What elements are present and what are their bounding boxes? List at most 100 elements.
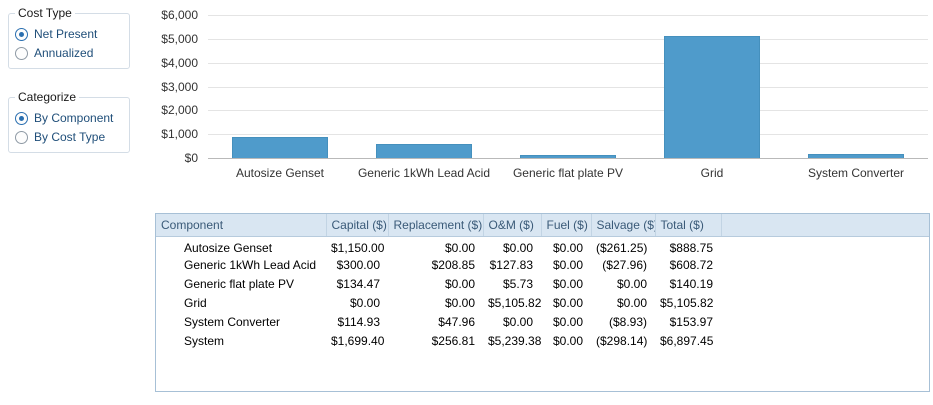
filler-cell — [721, 236, 929, 256]
bar-generic-flat-plate-pv — [520, 154, 616, 158]
y-tick-label: $4,000 — [161, 55, 198, 70]
value-cell: $0.00 — [616, 296, 647, 310]
bar-slot — [496, 15, 640, 158]
column-header-capital: Capital ($) — [326, 214, 389, 237]
y-tick-label: $6,000 — [161, 8, 198, 22]
categorize-groupbox: Categorize By Component By Cost Type — [8, 90, 130, 153]
column-header-filler — [721, 214, 929, 237]
value-cell: $134.47 — [336, 277, 380, 291]
bar-slot — [208, 15, 352, 158]
chart-bars — [208, 15, 928, 158]
value-cell: $0.00 — [552, 240, 583, 255]
bar-slot — [352, 15, 496, 158]
x-tick-label: Grid — [700, 166, 724, 180]
bar-autosize-genset — [232, 136, 328, 158]
x-tick-label: System Converter — [807, 166, 905, 180]
chart-plot — [208, 15, 928, 159]
column-header-replacement: Replacement ($) — [388, 214, 484, 237]
value-cell: $5,105.82 — [660, 296, 714, 310]
value-cell: $5,239.38 — [488, 334, 541, 348]
value-cell: ($27.96) — [602, 258, 647, 272]
radio-button-icon[interactable] — [15, 46, 28, 60]
table-header-row: Component Capital ($) Replacement ($) O&M (… — [156, 214, 929, 237]
value-cell: $208.85 — [431, 258, 475, 272]
radio-annualized[interactable]: Annualized — [15, 46, 123, 60]
cost-type-groupbox: Cost Type Net Present Annualized — [8, 6, 130, 69]
bar-system-converter — [808, 154, 904, 158]
table-row-autosize-genset: Autosize Genset $1,150.00 $0.00 $0.00 $0.00 (… — [156, 236, 929, 256]
value-cell: ($298.14) — [596, 334, 648, 348]
value-cell: $153.97 — [669, 315, 713, 329]
column-header-fuel: Fuel ($) — [541, 214, 592, 237]
value-cell: $0.00 — [552, 334, 583, 348]
chart-y-axis: $0 $1,000 $2,000 $3,000 $4,000 $5,000 $6,000 — [152, 8, 202, 165]
radio-button-icon[interactable] — [15, 27, 28, 41]
radio-by-component-label: By Component — [34, 111, 114, 125]
x-tick-label: Generic 1kWh Lead Acid — [357, 166, 491, 180]
cost-bar-chart: $0 $1,000 $2,000 $3,000 $4,000 $5,000 $6,000 A… — [152, 8, 928, 194]
value-cell: ($261.25) — [596, 240, 648, 255]
value-cell: $0.00 — [552, 277, 583, 291]
gridline — [208, 158, 928, 159]
component-name-cell: Generic 1kWh Lead Acid — [184, 258, 317, 272]
y-tick-label: $1,000 — [161, 127, 198, 142]
value-cell: $0.00 — [616, 277, 647, 291]
value-cell: $0.00 — [444, 296, 475, 310]
value-cell: $608.72 — [669, 258, 713, 272]
radio-by-component[interactable]: By Component — [15, 111, 123, 125]
value-cell: $888.75 — [669, 240, 713, 255]
component-name-cell: Generic flat plate PV — [184, 277, 295, 291]
chart-x-axis: Autosize Genset Generic 1kWh Lead Acid Gen… — [208, 166, 928, 180]
value-cell: $1,699.40 — [331, 334, 385, 348]
value-cell: $5,105.82 — [488, 296, 541, 310]
y-tick-label: $5,000 — [161, 31, 198, 46]
radio-net-present[interactable]: Net Present — [15, 27, 123, 41]
bar-slot — [640, 15, 784, 158]
value-cell: $47.96 — [438, 315, 475, 329]
cost-type-legend: Cost Type — [18, 6, 72, 20]
column-header-salvage: Salvage ($) — [591, 214, 656, 237]
value-cell: $0.00 — [444, 277, 475, 291]
y-tick-label: $2,000 — [161, 103, 198, 118]
component-name-cell: Autosize Genset — [184, 240, 273, 255]
component-name-cell: System Converter — [184, 315, 281, 329]
column-header-component: Component — [156, 214, 327, 237]
component-name-cell: Grid — [184, 296, 207, 310]
y-tick-label: $0 — [184, 151, 198, 165]
value-cell: $5.73 — [502, 277, 533, 291]
value-cell: $0.00 — [349, 296, 380, 310]
value-cell: $256.81 — [431, 334, 475, 348]
radio-annualized-label: Annualized — [34, 46, 94, 60]
column-header-total: Total ($) — [655, 214, 722, 237]
value-cell: $0.00 — [552, 258, 583, 272]
value-cell: $0.00 — [552, 296, 583, 310]
cost-summary-table: Component Capital ($) Replacement ($) O&M (… — [155, 213, 930, 392]
filler-cell — [721, 294, 929, 313]
value-cell: $0.00 — [444, 240, 475, 255]
value-cell: $127.83 — [489, 258, 533, 272]
value-cell: ($8.93) — [608, 315, 647, 329]
bar-slot — [784, 15, 928, 158]
categorize-legend: Categorize — [18, 90, 77, 104]
value-cell: $300.00 — [336, 258, 380, 272]
radio-button-icon[interactable] — [15, 130, 28, 144]
radio-button-icon[interactable] — [15, 111, 28, 125]
table-row-generic-flat-plate-pv: Generic flat plate PV $134.47 $0.00 $5.73 $0… — [156, 275, 929, 294]
table-row-generic-1kwh-lead-acid: Generic 1kWh Lead Acid $300.00 $208.85 $127… — [156, 256, 929, 275]
value-cell: $1,150.00 — [331, 240, 385, 255]
value-cell: $0.00 — [552, 315, 583, 329]
bar-grid — [664, 36, 760, 158]
table-row-system: System $1,699.40 $256.81 $5,239.38 $0.00 ($29… — [156, 332, 929, 351]
value-cell: $0.00 — [502, 315, 533, 329]
value-cell: $6,897.45 — [660, 334, 714, 348]
x-tick-label: Autosize Genset — [235, 166, 325, 180]
table-row-grid: Grid $0.00 $0.00 $5,105.82 $0.00 $0.00 $5,105.… — [156, 294, 929, 313]
x-tick-label: Generic flat plate PV — [512, 166, 624, 180]
filler-cell — [721, 332, 929, 351]
radio-by-cost-type[interactable]: By Cost Type — [15, 130, 123, 144]
y-tick-label: $3,000 — [161, 79, 198, 94]
table-body: Autosize Genset $1,150.00 $0.00 $0.00 $0.00 (… — [156, 236, 929, 351]
filler-cell — [721, 313, 929, 332]
table-row-system-converter: System Converter $114.93 $47.96 $0.00 $0.00 (… — [156, 313, 929, 332]
component-name-cell: System — [184, 334, 225, 348]
